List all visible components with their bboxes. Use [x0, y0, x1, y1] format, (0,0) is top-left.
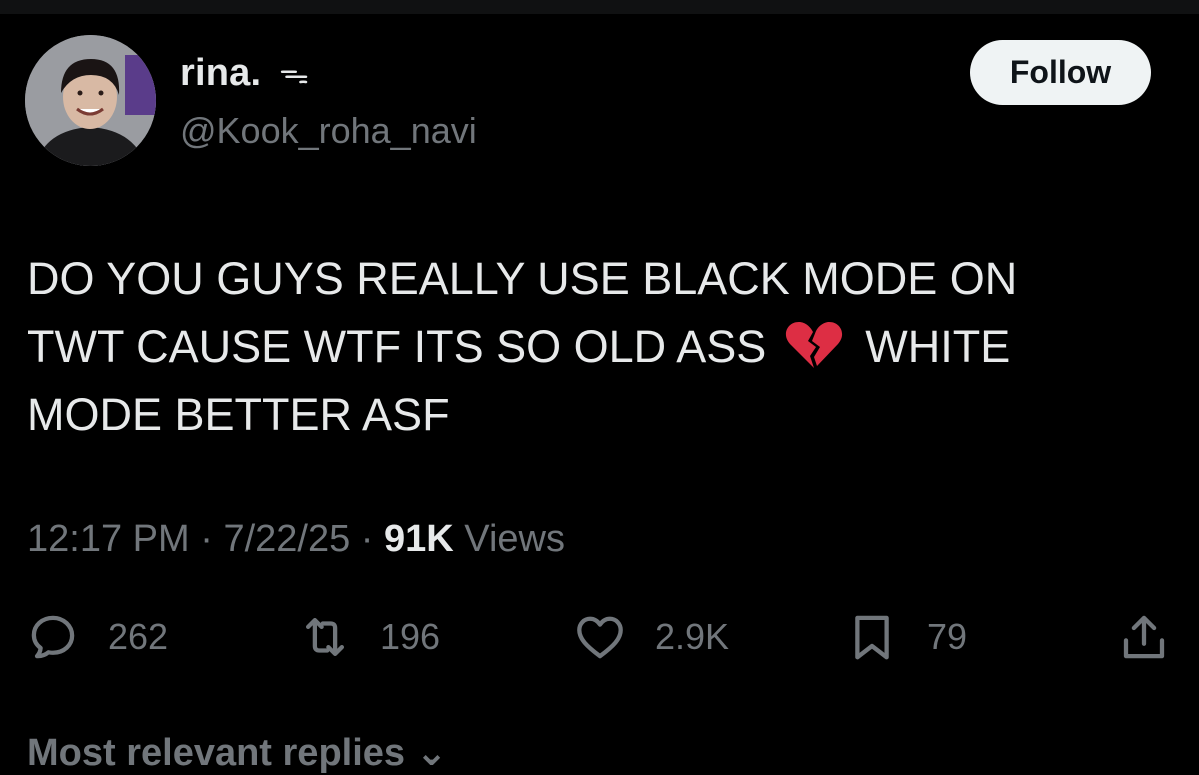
heart-icon: [577, 616, 623, 659]
tweet-line-segment: TWT CAUSE WTF ITS SO OLD ASS: [27, 321, 767, 372]
author-display-name-row[interactable]: rina. ᯓ: [180, 52, 309, 95]
broken-heart-icon: [785, 320, 843, 370]
reply-count: 262: [108, 616, 169, 657]
author-display-name[interactable]: rina.: [180, 52, 261, 95]
repost-button[interactable]: 196: [298, 610, 440, 664]
views-label[interactable]: Views: [454, 518, 565, 560]
avatar[interactable]: [25, 35, 156, 166]
bookmark-icon: [855, 615, 889, 660]
follow-button[interactable]: Follow: [970, 40, 1151, 105]
meta-separator: ·: [189, 518, 224, 560]
like-button[interactable]: 2.9K: [573, 610, 729, 664]
share-icon: [1123, 615, 1165, 659]
reply-icon: [31, 615, 75, 659]
author-handle[interactable]: @Kook_roha_navi: [180, 110, 477, 152]
tweet-text: DO YOU GUYS REALLY USE BLACK MODE ON TWT…: [27, 245, 1147, 449]
tweet-time[interactable]: 12:17 PM: [27, 518, 190, 560]
tweet-line-segment: WHITE: [865, 321, 1011, 372]
like-count: 2.9K: [655, 616, 730, 657]
tweet-line: MODE BETTER ASF: [27, 389, 450, 440]
share-button[interactable]: [1117, 610, 1171, 664]
reply-button[interactable]: 262: [26, 610, 168, 664]
tweet-line: DO YOU GUYS REALLY USE BLACK MODE ON: [27, 253, 1018, 304]
bookmark-button[interactable]: 79: [845, 610, 967, 664]
repost-count: 196: [380, 616, 441, 657]
avatar-image: [25, 35, 156, 166]
status-bar-strip: [0, 0, 1199, 14]
repost-icon: [305, 617, 345, 657]
bookmark-count: 79: [927, 616, 968, 657]
ribbon-icon: ᯓ: [279, 56, 310, 90]
views-count[interactable]: 91K: [384, 518, 454, 560]
tweet-meta: 12:17 PM · 7/22/25 · 91K Views: [27, 518, 565, 561]
meta-separator: ·: [350, 518, 385, 560]
tweet-date[interactable]: 7/22/25: [223, 518, 350, 560]
replies-sort-dropdown[interactable]: Most relevant replies ⌄: [27, 730, 447, 775]
tweet-line: TWT CAUSE WTF ITS SO OLD ASS WHITE: [27, 313, 1147, 381]
